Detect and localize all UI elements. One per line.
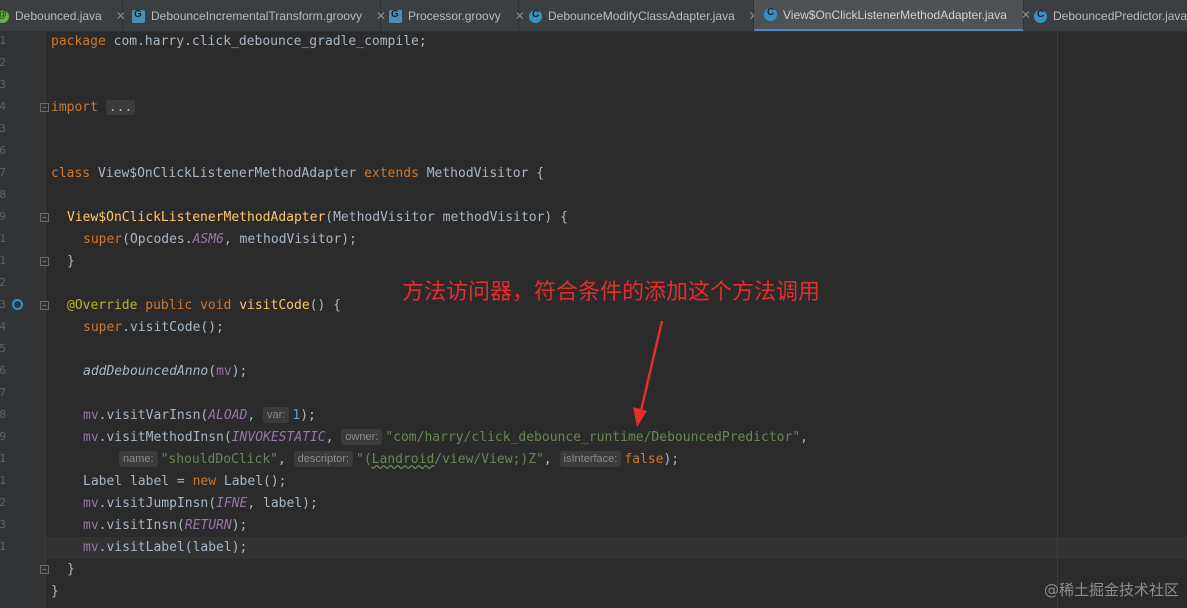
code-line-package: package com.harry.click_debounce_gradle_… bbox=[51, 34, 427, 49]
tab-view-onclick-listener-method-adapter[interactable]: View$OnClickListenerMethodAdapter.java ✕ bbox=[754, 0, 1031, 31]
parameter-hint: var: bbox=[263, 407, 290, 423]
line-number: 1 bbox=[0, 474, 6, 487]
line-number-gutter[interactable]: 1 2 3 4 3 6 7 8 9 1 1 2 3 4 5 6 7 8 9 1 … bbox=[0, 32, 49, 608]
watermark: @稀土掘金技术社区 bbox=[1043, 581, 1179, 599]
code-editor[interactable]: package com.harry.click_debounce_gradle_… bbox=[46, 32, 1187, 608]
parameter-hint: isInterface: bbox=[559, 451, 622, 467]
parameter-hint: name: bbox=[119, 451, 158, 467]
line-number: 1 bbox=[0, 34, 6, 47]
editor-tab-bar: Debounced.java ✕ DebounceIncrementalTran… bbox=[0, 0, 1187, 32]
line-number: 4 bbox=[0, 320, 6, 333]
code-line-class-close-brace: } bbox=[51, 584, 59, 599]
groovy-file-icon bbox=[389, 9, 402, 23]
tab-label: View$OnClickListenerMethodAdapter.java bbox=[783, 7, 1007, 22]
tab-label: DebounceModifyClassAdapter.java bbox=[548, 9, 735, 23]
tab-label: Processor.groovy bbox=[408, 9, 501, 23]
code-line-add-debounced-anno: addDebouncedAnno(mv); bbox=[83, 364, 248, 379]
line-number: 3 bbox=[0, 122, 6, 135]
java-class-icon bbox=[1034, 9, 1047, 23]
tab-debounced-java[interactable]: Debounced.java ✕ bbox=[0, 0, 126, 31]
code-line-super-call: super(Opcodes.ASM6, methodVisitor); bbox=[83, 232, 357, 247]
code-line-visit-var-insn: mv.visitVarInsn(ALOAD, var: 1); bbox=[83, 407, 316, 423]
code-line-class-decl: class View$OnClickListenerMethodAdapter … bbox=[51, 166, 545, 181]
line-number: 4 bbox=[0, 100, 6, 113]
annotation-arrow-icon bbox=[633, 320, 664, 427]
groovy-file-icon bbox=[132, 9, 145, 23]
line-number: 8 bbox=[0, 408, 6, 421]
annotation-text: 方法访问器，符合条件的添加这个方法调用 bbox=[402, 280, 821, 305]
line-number: 1 bbox=[0, 540, 6, 553]
code-line-visit-code-decl: @Override public void visitCode() { bbox=[67, 298, 341, 313]
line-number: 3 bbox=[0, 298, 6, 311]
right-margin-guide bbox=[1057, 32, 1058, 608]
code-line-import: import ... bbox=[51, 97, 136, 119]
code-line-visit-jump-insn: mv.visitJumpInsn(IFNE, label); bbox=[83, 496, 318, 511]
tab-label: Debounced.java bbox=[15, 9, 102, 23]
code-line-constructor: View$OnClickListenerMethodAdapter(Method… bbox=[67, 210, 568, 225]
line-number: 9 bbox=[0, 430, 6, 443]
java-class-icon bbox=[529, 9, 542, 23]
code-line-close-brace: } bbox=[67, 562, 75, 577]
code-line-visit-insn: mv.visitInsn(RETURN); bbox=[83, 518, 248, 533]
tab-debounce-incremental-transform[interactable]: DebounceIncrementalTransform.groovy ✕ bbox=[124, 0, 386, 31]
parameter-hint: descriptor: bbox=[293, 451, 353, 467]
parameter-hint: owner: bbox=[341, 429, 383, 445]
line-number: 2 bbox=[0, 56, 6, 69]
java-class-icon bbox=[764, 7, 777, 21]
line-number: 3 bbox=[0, 518, 6, 531]
line-number: 7 bbox=[0, 386, 6, 399]
line-number: 6 bbox=[0, 364, 6, 377]
line-number: 8 bbox=[0, 188, 6, 201]
line-number: 5 bbox=[0, 342, 6, 355]
line-number: 2 bbox=[0, 496, 6, 509]
code-line-super-visit-code: super.visitCode(); bbox=[83, 320, 224, 335]
line-number: 7 bbox=[0, 166, 6, 179]
line-number: 6 bbox=[0, 144, 6, 157]
override-method-icon[interactable] bbox=[12, 299, 23, 310]
line-number: 9 bbox=[0, 210, 6, 223]
tab-debounced-predictor[interactable]: DebouncedPredictor.java bbox=[1024, 0, 1187, 31]
tab-label: DebounceIncrementalTransform.groovy bbox=[151, 9, 362, 23]
code-line-visit-method-insn: mv.visitMethodInsn(INVOKESTATIC, owner: "… bbox=[83, 429, 808, 445]
annotation-file-icon bbox=[0, 9, 9, 23]
code-line-new-label: Label label = new Label(); bbox=[83, 474, 287, 489]
code-line-visit-label: mv.visitLabel(label); bbox=[83, 540, 248, 555]
collapsed-imports[interactable]: ... bbox=[105, 100, 136, 115]
tab-processor-groovy[interactable]: Processor.groovy ✕ bbox=[381, 0, 525, 31]
line-number: 2 bbox=[0, 276, 6, 289]
code-line-close-brace: } bbox=[67, 254, 75, 269]
code-line-visit-method-insn-args: name: "shouldDoClick", descriptor: "(Landr… bbox=[119, 449, 679, 471]
line-number: 1 bbox=[0, 254, 6, 267]
tab-label: DebouncedPredictor.java bbox=[1053, 9, 1187, 23]
line-number: 1 bbox=[0, 452, 6, 465]
line-number: 3 bbox=[0, 78, 6, 91]
tab-debounce-modify-class-adapter[interactable]: DebounceModifyClassAdapter.java ✕ bbox=[519, 0, 759, 31]
line-number: 1 bbox=[0, 232, 6, 245]
